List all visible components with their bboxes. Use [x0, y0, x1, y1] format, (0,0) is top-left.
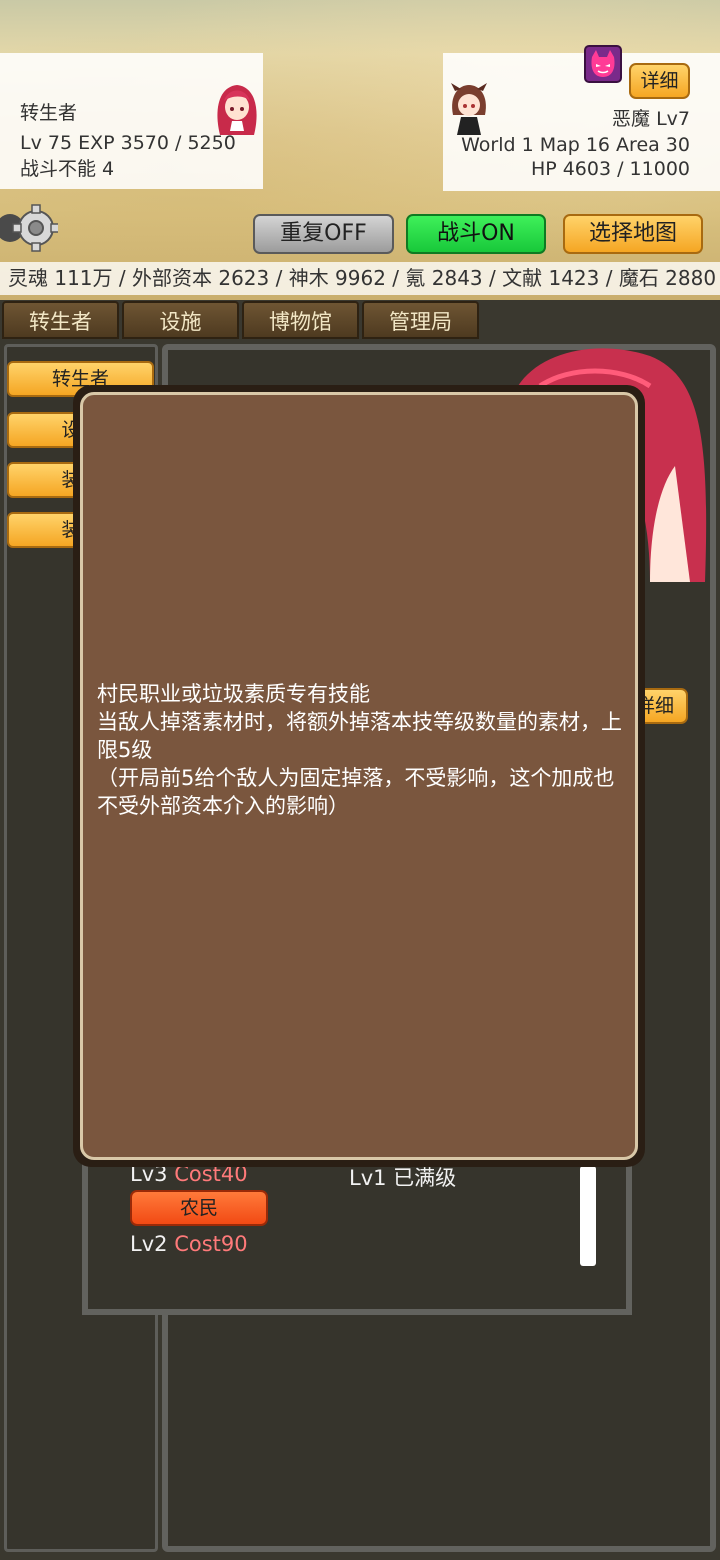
- skill-row2-cost: Cost90: [174, 1232, 248, 1256]
- repeat-toggle-button[interactable]: 重复OFF: [253, 214, 394, 254]
- enemy-avatar: [447, 81, 491, 137]
- tab-administration[interactable]: 管理局: [362, 301, 479, 339]
- farmer-class-button[interactable]: 农民: [130, 1190, 268, 1226]
- list-scrollbar[interactable]: [580, 1166, 596, 1266]
- battle-toggle-button[interactable]: 战斗ON: [406, 214, 546, 254]
- skill-row2-level: Lv2 Cost90: [130, 1232, 248, 1256]
- player-name: 转生者: [20, 102, 78, 124]
- player-status: 战斗不能 4: [20, 158, 115, 180]
- skill-row2-lv: Lv2: [130, 1232, 168, 1256]
- player-avatar: [212, 81, 262, 135]
- resource-bar: 灵魂 111万 / 外部资本 2623 / 神木 9962 / 氪 2843 /…: [0, 262, 720, 295]
- enemy-location: World 1 Map 16 Area 30: [461, 134, 690, 156]
- enemy-name: 恶魔 Lv7: [612, 108, 690, 130]
- demon-icon: [584, 45, 622, 83]
- player-card: 转生者 Lv 75 EXP 3570 / 5250 战斗不能 4: [0, 53, 263, 189]
- skill-description-text: 村民职业或垃圾素质专有技能 当敌人掉落素材时，将额外掉落本技等级数量的素材，上限…: [97, 682, 622, 818]
- player-stats: Lv 75 EXP 3570 / 5250: [20, 132, 236, 154]
- tab-facilities[interactable]: 设施: [122, 301, 239, 339]
- settings-gear-icon[interactable]: [0, 204, 60, 252]
- tab-reincarnator[interactable]: 转生者: [2, 301, 119, 339]
- tab-museum[interactable]: 博物馆: [242, 301, 359, 339]
- enemy-detail-button[interactable]: 详细: [629, 63, 690, 99]
- select-map-button[interactable]: 选择地图: [563, 214, 703, 254]
- enemy-hp: HP 4603 / 11000: [530, 158, 690, 180]
